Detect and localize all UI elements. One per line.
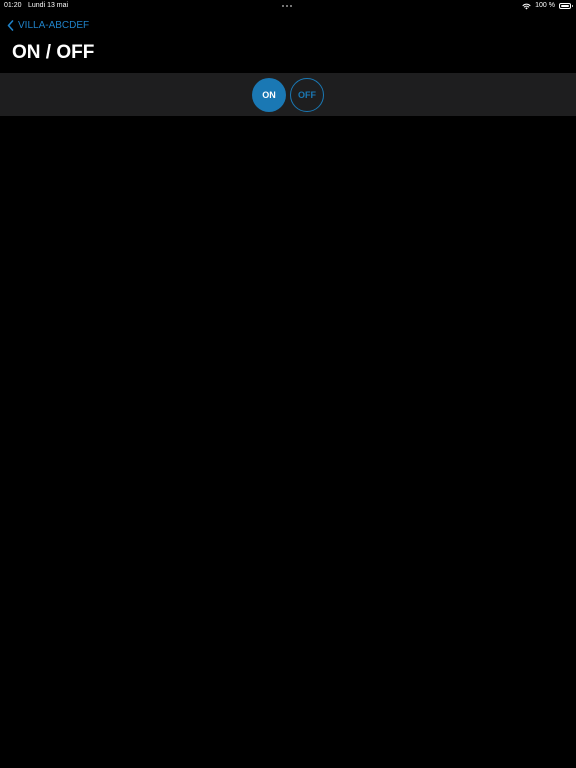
more-dots-icon[interactable] bbox=[282, 5, 292, 7]
page-title: ON / OFF bbox=[12, 42, 95, 63]
battery-icon bbox=[559, 3, 573, 9]
status-right: 100 % bbox=[522, 0, 573, 12]
app-screen: 01:20 Lundi 13 mai 100 % VILLA-ABCDEF ON… bbox=[0, 0, 576, 768]
status-date: Lundi 13 mai bbox=[28, 2, 69, 9]
wifi-icon bbox=[522, 3, 531, 9]
back-label: VILLA-ABCDEF bbox=[18, 19, 90, 31]
back-button[interactable]: VILLA-ABCDEF bbox=[7, 18, 89, 32]
on-button[interactable]: ON bbox=[252, 78, 286, 112]
status-time: 01:20 bbox=[4, 2, 22, 9]
status-bar: 01:20 Lundi 13 mai 100 % bbox=[0, 0, 576, 12]
battery-percent: 100 % bbox=[535, 2, 555, 9]
chevron-left-icon bbox=[7, 19, 14, 31]
off-button[interactable]: OFF bbox=[290, 78, 324, 112]
on-off-toolbar: ON OFF bbox=[0, 73, 576, 116]
